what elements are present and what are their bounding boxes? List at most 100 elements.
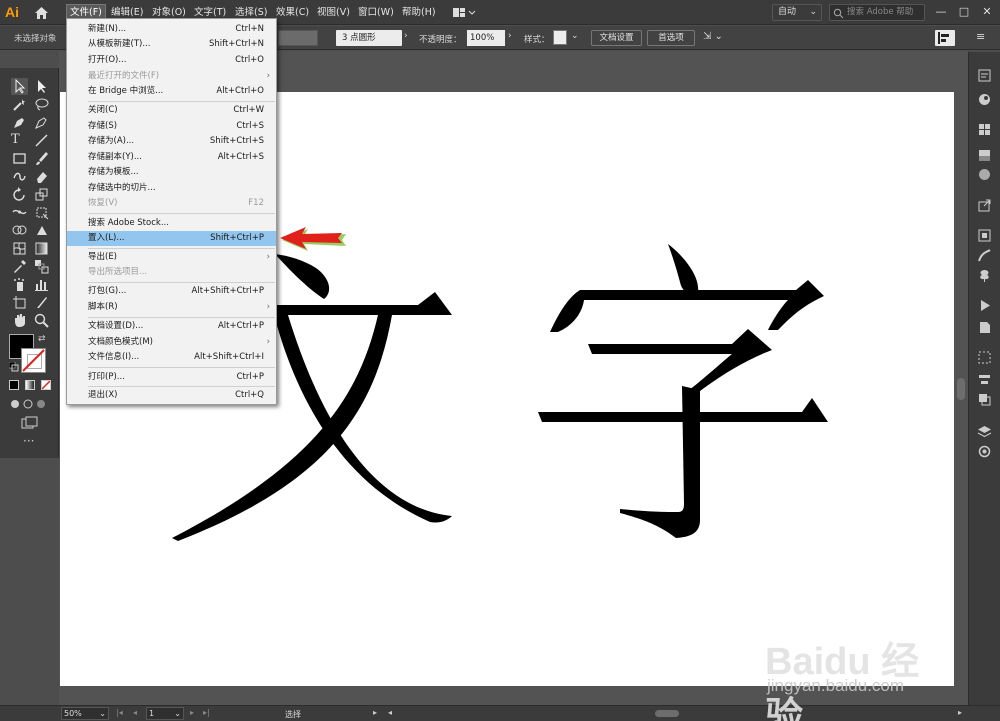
menu-item-document-setup[interactable]: 文档设置(D)... Alt+Ctrl+P <box>67 319 276 334</box>
stroke-color-swatch[interactable] <box>21 348 46 373</box>
type-tool-icon[interactable]: T <box>11 132 28 149</box>
swatches-panel-icon[interactable] <box>977 122 992 137</box>
width-tool-icon[interactable] <box>11 204 28 221</box>
pathfinder-panel-icon[interactable] <box>977 392 992 407</box>
symbols-panel-icon[interactable] <box>977 268 992 283</box>
menu-effect[interactable]: 效果(C) <box>273 5 312 20</box>
menu-item-browse-in-bridge[interactable]: 在 Bridge 中浏览... Alt+Ctrl+O <box>67 84 276 99</box>
menu-item-document-color-mode[interactable]: 文档颜色模式(M) › <box>67 335 276 350</box>
chevron-down-icon[interactable]: ⌄ <box>571 31 579 41</box>
blend-tool-icon[interactable] <box>33 258 50 275</box>
close-button[interactable]: ✕ <box>976 3 998 21</box>
paintbrush-tool-icon[interactable] <box>33 150 50 167</box>
eraser-tool-icon[interactable] <box>33 168 50 185</box>
direct-selection-tool-icon[interactable] <box>33 78 50 95</box>
align-icon[interactable] <box>935 30 955 46</box>
menu-item-revert[interactable]: 恢复(V) F12 <box>67 196 276 211</box>
rectangle-tool-icon[interactable] <box>11 150 28 167</box>
menu-item-print[interactable]: 打印(P)... Ctrl+P <box>67 370 276 385</box>
selection-tool-icon[interactable] <box>11 78 28 95</box>
drawing-modes-icon[interactable] <box>9 398 49 410</box>
menu-item-export[interactable]: 导出(E) › <box>67 250 276 265</box>
menu-item-close[interactable]: 关闭(C) Ctrl+W <box>67 103 276 118</box>
stroke-weight-field[interactable] <box>278 30 318 46</box>
last-artboard-icon[interactable]: ▸| <box>203 708 210 717</box>
symbol-sprayer-tool-icon[interactable] <box>11 276 28 293</box>
preferences-button[interactable]: 首选项 <box>647 30 695 46</box>
panel-menu-icon[interactable]: ≡ <box>976 30 985 43</box>
curvature-tool-icon[interactable] <box>33 114 50 131</box>
arrange-icon[interactable]: ⇲ ⌄ <box>703 31 723 42</box>
vertical-scrollbar-thumb[interactable] <box>957 378 965 400</box>
menu-item-save-as-template[interactable]: 存储为模板... <box>67 165 276 180</box>
live-paint-tool-icon[interactable] <box>33 222 50 239</box>
menu-item-search-adobe-stock[interactable]: 搜索 Adobe Stock... <box>67 216 276 231</box>
layers-panel-icon[interactable] <box>977 424 992 439</box>
menu-item-export-selection[interactable]: 导出所选项目... <box>67 265 276 280</box>
shape-builder-tool-icon[interactable] <box>11 222 28 239</box>
pen-tool-icon[interactable] <box>11 114 28 131</box>
arrange-documents-icon[interactable] <box>451 5 477 20</box>
menu-item-new[interactable]: 新建(N)... Ctrl+N <box>67 22 276 37</box>
artboard-tool-icon[interactable] <box>11 294 28 311</box>
scroll-left-icon[interactable]: ◂ <box>388 708 392 717</box>
zoom-tool-icon[interactable] <box>33 312 50 329</box>
document-info-panel-icon[interactable] <box>977 320 992 335</box>
previous-artboard-icon[interactable]: ◂ <box>133 708 137 717</box>
menu-help[interactable]: 帮助(H) <box>399 5 439 20</box>
status-menu-arrow-icon[interactable]: ▸ <box>373 708 377 717</box>
shaper-tool-icon[interactable] <box>11 168 28 185</box>
artboard-number-select[interactable]: 1 ⌄ <box>146 707 184 720</box>
slice-tool-icon[interactable] <box>33 294 50 311</box>
default-fill-stroke-icon[interactable] <box>9 362 19 372</box>
magic-wand-tool-icon[interactable] <box>11 96 28 113</box>
minimize-button[interactable]: — <box>930 3 952 21</box>
menu-item-open-recent[interactable]: 最近打开的文件(F) › <box>67 69 276 84</box>
color-mode-icon[interactable] <box>9 380 19 390</box>
align-panel-icon[interactable] <box>977 372 992 387</box>
chevron-right-icon[interactable]: › <box>508 31 512 41</box>
line-tool-icon[interactable] <box>33 132 50 149</box>
gradient-mode-icon[interactable] <box>25 380 35 390</box>
none-mode-icon[interactable] <box>41 380 51 390</box>
menu-item-open[interactable]: 打开(O)... Ctrl+O <box>67 53 276 68</box>
menu-view[interactable]: 视图(V) <box>314 5 353 20</box>
scroll-right-icon[interactable]: ▸ <box>958 708 962 717</box>
first-artboard-icon[interactable]: |◂ <box>116 708 123 717</box>
properties-panel-icon[interactable] <box>977 68 992 83</box>
free-transform-tool-icon[interactable] <box>33 204 50 221</box>
menu-item-save-copy[interactable]: 存储副本(Y)... Alt+Ctrl+S <box>67 150 276 165</box>
chevron-right-icon[interactable]: › <box>404 31 408 41</box>
hand-tool-icon[interactable] <box>11 312 28 329</box>
transform-panel-icon[interactable] <box>977 350 992 365</box>
menu-item-save-as[interactable]: 存储为(A)... Shift+Ctrl+S <box>67 134 276 149</box>
menu-item-package[interactable]: 打包(G)... Alt+Shift+Ctrl+P <box>67 284 276 299</box>
swap-fill-stroke-icon[interactable]: ⇄ <box>38 334 48 344</box>
more-tools-icon[interactable]: ··· <box>23 435 37 448</box>
menu-item-place[interactable]: 置入(L)... Shift+Ctrl+P <box>67 231 276 246</box>
next-artboard-icon[interactable]: ▸ <box>190 708 194 717</box>
screen-mode-icon[interactable] <box>21 416 38 430</box>
color-panel-icon[interactable] <box>977 92 992 107</box>
menu-item-scripts[interactable]: 脚本(R) › <box>67 300 276 315</box>
menu-item-save-selected-slices[interactable]: 存储选中的切片... <box>67 181 276 196</box>
workspace-switcher[interactable]: 自动 ⌄ <box>772 4 822 21</box>
eyedropper-tool-icon[interactable] <box>11 258 28 275</box>
opacity-input[interactable]: 100% <box>467 30 505 46</box>
home-icon[interactable] <box>33 4 50 21</box>
menu-window[interactable]: 窗口(W) <box>355 5 397 20</box>
brushes-panel-icon[interactable] <box>977 248 992 263</box>
lasso-tool-icon[interactable] <box>33 96 50 113</box>
color-guide-panel-icon[interactable] <box>977 148 992 163</box>
horizontal-scrollbar-thumb[interactable] <box>655 710 679 717</box>
brush-definition-select[interactable]: 3 点圆形 <box>336 30 402 46</box>
graphic-style-swatch[interactable] <box>553 30 567 45</box>
document-setup-button[interactable]: 文档设置 <box>591 30 642 46</box>
scale-tool-icon[interactable] <box>33 186 50 203</box>
stroke-panel-icon[interactable] <box>977 228 992 243</box>
mesh-tool-icon[interactable] <box>11 240 28 257</box>
column-graph-tool-icon[interactable] <box>33 276 50 293</box>
menu-item-new-from-template[interactable]: 从模板新建(T)... Shift+Ctrl+N <box>67 37 276 52</box>
maximize-button[interactable]: □ <box>953 3 975 21</box>
export-panel-icon[interactable] <box>977 198 992 213</box>
